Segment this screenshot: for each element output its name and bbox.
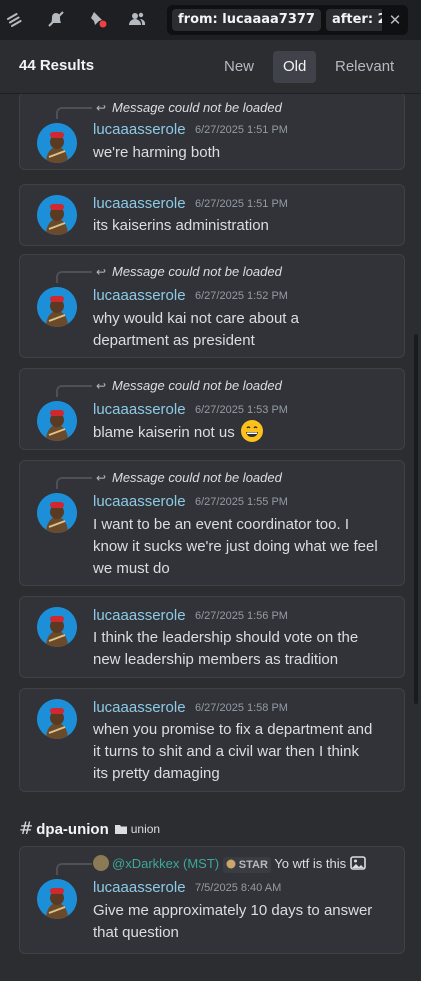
message-line: that question — [93, 924, 179, 941]
reply-preview[interactable]: Message could not be loaded — [112, 378, 282, 393]
message-line: new leadership members as tradition — [93, 651, 339, 668]
search-input[interactable]: from: lucaaaa7377 after: 2025-0 ✕ — [167, 5, 408, 35]
threads-icon[interactable] — [6, 9, 26, 29]
message-timestamp: 6/27/2025 1:51 PM — [195, 124, 288, 136]
reply-icon: ↩ — [96, 101, 107, 115]
scrollbar[interactable] — [414, 334, 418, 704]
reply-preview[interactable]: Message could not be loaded — [112, 470, 282, 485]
sort-tab-old[interactable]: Old — [273, 51, 317, 83]
message-line: its kaiserins administration — [93, 217, 269, 234]
search-result-message[interactable]: lucaaasserole 6/27/2025 1:51 PM its kais… — [19, 184, 405, 246]
message-line: Give me approximately 10 days to answer — [93, 902, 373, 919]
avatar[interactable] — [37, 287, 77, 327]
message-timestamp: 6/27/2025 1:52 PM — [195, 290, 288, 302]
search-results-list: ↩ Message could not be loaded lucaaasser… — [0, 94, 421, 981]
pinned-icon[interactable] — [88, 9, 108, 29]
reply-icon: ↩ — [96, 379, 107, 393]
avatar[interactable] — [37, 123, 77, 163]
message-line: it turns to shit and a civil war then I … — [93, 743, 359, 760]
message-timestamp: 6/27/2025 1:51 PM — [195, 198, 288, 210]
toolbar: from: lucaaaa7377 after: 2025-0 ✕ — [0, 0, 421, 40]
search-result-message[interactable]: lucaaasserole 6/27/2025 1:58 PM when you… — [19, 688, 405, 792]
message-author[interactable]: lucaaasserole — [93, 493, 186, 510]
message-line: know it sucks we're just doing what we f… — [93, 538, 378, 555]
search-result-message[interactable]: ↩ Message could not be loaded lucaaasser… — [19, 368, 405, 450]
message-line: we must do — [93, 560, 170, 577]
message-timestamp: 7/5/2025 8:40 AM — [195, 882, 282, 894]
search-result-message[interactable]: lucaaasserole 6/27/2025 1:56 PM I think … — [19, 596, 405, 678]
grinning-face-emoji[interactable] — [240, 420, 263, 443]
reply-icon: ↩ — [96, 265, 107, 279]
message-line: blame kaiserin not us — [93, 424, 235, 441]
reply-connector — [56, 477, 92, 489]
message-author[interactable]: lucaaasserole — [93, 195, 186, 212]
message-content: why would kai not care about a departmen… — [93, 308, 393, 352]
message-line: its pretty damaging — [93, 765, 220, 782]
channel-name[interactable]: dpa-union — [36, 821, 108, 838]
reply-preview[interactable]: Message could not be loaded — [112, 100, 282, 115]
reply-connector — [56, 271, 92, 283]
results-header: 44 Results New Old Relevant — [0, 40, 421, 94]
reply-connector — [56, 385, 92, 397]
message-line: we're harming both — [93, 144, 221, 161]
message-content: its kaiserins administration — [93, 215, 393, 237]
close-icon[interactable]: ✕ — [382, 5, 408, 35]
message-content: I think the leadership should vote on th… — [93, 627, 393, 671]
message-content: we're harming both — [93, 142, 393, 164]
role-icon — [226, 859, 236, 869]
search-result-message[interactable]: @xDarkkex (MST) STAR Yo wtf is this luca… — [19, 846, 405, 954]
reply-avatar[interactable] — [93, 855, 109, 871]
members-icon[interactable] — [127, 9, 147, 29]
avatar[interactable] — [37, 401, 77, 441]
message-author[interactable]: lucaaasserole — [93, 121, 186, 138]
message-content: Give me approximately 10 days to answer … — [93, 900, 393, 944]
message-timestamp: 6/27/2025 1:56 PM — [195, 610, 288, 622]
message-content: I want to be an event coordinator too. I… — [93, 514, 393, 580]
folder-icon — [114, 825, 127, 834]
message-timestamp: 6/27/2025 1:58 PM — [195, 702, 288, 714]
message-content: when you promise to fix a department and… — [93, 719, 393, 785]
avatar[interactable] — [37, 493, 77, 533]
message-line: I want to be an event coordinator too. I — [93, 516, 349, 533]
message-timestamp: 6/27/2025 1:53 PM — [195, 404, 288, 416]
message-content: blame kaiserin not us — [93, 420, 393, 444]
results-count: 44 Results — [19, 57, 95, 74]
search-result-message[interactable]: ↩ Message could not be loaded lucaaasser… — [19, 254, 405, 358]
reply-icon: ↩ — [96, 471, 107, 485]
avatar[interactable] — [37, 879, 77, 919]
search-result-message[interactable]: ↩ Message could not be loaded lucaaasser… — [19, 94, 405, 170]
message-author[interactable]: lucaaasserole — [93, 607, 186, 624]
message-author[interactable]: lucaaasserole — [93, 699, 186, 716]
avatar[interactable] — [37, 195, 77, 235]
message-author[interactable]: lucaaasserole — [93, 401, 186, 418]
reply-connector — [56, 107, 92, 119]
reply-author-mention[interactable]: @xDarkkex (MST) — [112, 856, 219, 871]
message-line: I think the leadership should vote on th… — [93, 629, 359, 646]
reply-preview[interactable]: Message could not be loaded — [112, 264, 282, 279]
reply-preview[interactable]: @xDarkkex (MST) STAR Yo wtf is this — [112, 855, 366, 873]
channel-hash-icon: # — [19, 819, 34, 839]
reply-text: Yo wtf is this — [274, 856, 347, 871]
message-line: when you promise to fix a department and — [93, 721, 373, 738]
search-filter-from[interactable]: from: lucaaaa7377 — [172, 9, 321, 31]
category-name: union — [130, 822, 161, 836]
reply-connector — [56, 863, 92, 875]
sort-tab-relevant[interactable]: Relevant — [325, 51, 404, 83]
message-line: why would kai not care about a — [93, 310, 299, 327]
image-icon — [349, 856, 366, 870]
avatar[interactable] — [37, 699, 77, 739]
message-line: department as president — [93, 332, 255, 349]
message-author[interactable]: lucaaasserole — [93, 287, 186, 304]
message-timestamp: 6/27/2025 1:55 PM — [195, 496, 288, 508]
search-result-message[interactable]: ↩ Message could not be loaded lucaaasser… — [19, 460, 405, 586]
sort-tab-new[interactable]: New — [214, 51, 264, 83]
avatar[interactable] — [37, 607, 77, 647]
channel-group-header[interactable]: # dpa-union union — [19, 819, 160, 839]
mute-bell-icon[interactable] — [46, 9, 66, 29]
role-name: STAR — [238, 858, 268, 871]
role-badge: STAR — [222, 856, 271, 873]
message-author[interactable]: lucaaasserole — [93, 879, 186, 896]
